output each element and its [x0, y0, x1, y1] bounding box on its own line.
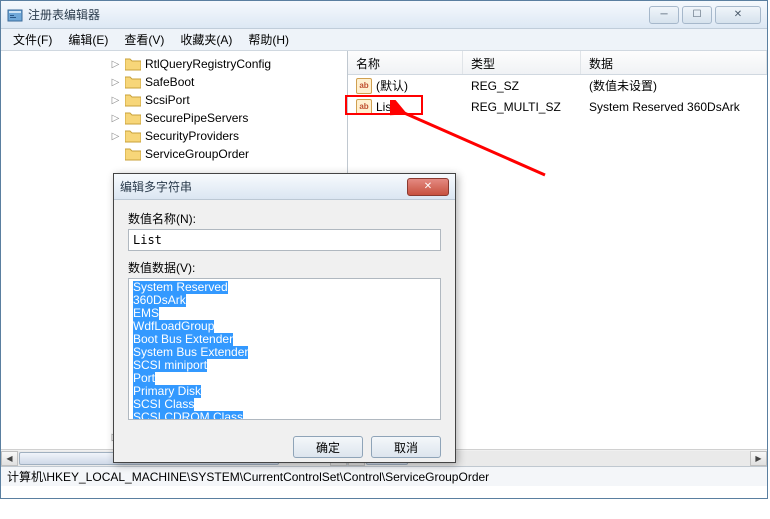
list-header: 名称 类型 数据 [348, 51, 767, 75]
tree-label: RtlQueryRegistryConfig [145, 57, 271, 71]
tree-item[interactable]: ▷ SecurePipeServers [1, 109, 347, 127]
cancel-button[interactable]: 取消 [371, 436, 441, 458]
edit-multistring-dialog: 编辑多字符串 ✕ 数值名称(N): 数值数据(V): System Reserv… [113, 173, 456, 463]
value-row[interactable]: ab(默认) REG_SZ (数值未设置) [348, 75, 767, 96]
dialog-button-row: 确定 取消 [114, 430, 455, 468]
statusbar: 计算机\HKEY_LOCAL_MACHINE\SYSTEM\CurrentCon… [1, 466, 767, 486]
menu-help[interactable]: 帮助(H) [240, 29, 297, 50]
window-controls: ─ ☐ ✕ [649, 6, 761, 24]
scroll-left-button[interactable]: ◀ [1, 451, 18, 466]
expand-icon[interactable]: ▷ [110, 131, 121, 142]
value-data-textarea[interactable]: System Reserved360DsArkEMSWdfLoadGroupBo… [128, 278, 441, 420]
header-type[interactable]: 类型 [463, 51, 581, 74]
menu-favorites[interactable]: 收藏夹(A) [172, 29, 240, 50]
tree-item[interactable]: ▷ SecurityProviders [1, 127, 347, 145]
folder-icon [125, 147, 141, 161]
tree-label: ScsiPort [145, 93, 190, 107]
menu-file[interactable]: 文件(F) [5, 29, 60, 50]
maximize-button[interactable]: ☐ [682, 6, 712, 24]
close-button[interactable]: ✕ [715, 6, 761, 24]
dialog-close-button[interactable]: ✕ [407, 178, 449, 196]
tree-item[interactable]: ▷ ScsiPort [1, 91, 347, 109]
window-title: 注册表编辑器 [28, 6, 649, 23]
dialog-titlebar[interactable]: 编辑多字符串 ✕ [114, 174, 455, 200]
tree-item[interactable]: ServiceGroupOrder [1, 145, 347, 163]
string-value-icon: ab [356, 78, 372, 94]
expand-icon[interactable]: ▷ [110, 95, 121, 106]
expand-icon[interactable]: ▷ [110, 77, 121, 88]
dialog-body: 数值名称(N): 数值数据(V): System Reserved360DsAr… [114, 200, 455, 430]
folder-icon [125, 57, 141, 71]
value-name-label: 数值名称(N): [128, 210, 441, 227]
registry-tree: ▷ RtlQueryRegistryConfig ▷ SafeBoot ▷ Sc… [1, 51, 347, 167]
tree-label: SecurityProviders [145, 129, 239, 143]
app-icon [7, 7, 23, 23]
folder-icon [125, 93, 141, 107]
tree-item[interactable]: ▷ SafeBoot [1, 73, 347, 91]
folder-icon [125, 111, 141, 125]
value-name-input[interactable] [128, 229, 441, 251]
value-row[interactable]: ab List REG_MULTI_SZ System Reserved 360D… [348, 96, 767, 117]
status-path: 计算机\HKEY_LOCAL_MACHINE\SYSTEM\CurrentCon… [7, 468, 489, 485]
scroll-right-button[interactable]: ▶ [750, 451, 767, 466]
titlebar[interactable]: 注册表编辑器 ─ ☐ ✕ [1, 1, 767, 29]
folder-icon [125, 75, 141, 89]
ok-button[interactable]: 确定 [293, 436, 363, 458]
minimize-button[interactable]: ─ [649, 6, 679, 24]
value-type: REG_SZ [463, 77, 581, 95]
menu-view[interactable]: 查看(V) [116, 29, 172, 50]
folder-icon [125, 129, 141, 143]
value-data: System Reserved 360DsArk [581, 98, 767, 116]
header-name[interactable]: 名称 [348, 51, 463, 74]
expand-icon[interactable]: ▷ [110, 113, 121, 124]
tree-label: SafeBoot [145, 75, 194, 89]
value-name: (默认) [376, 77, 408, 94]
expand-icon[interactable]: ▷ [110, 59, 121, 70]
value-data: (数值未设置) [581, 75, 767, 96]
menu-edit[interactable]: 编辑(E) [60, 29, 116, 50]
value-type: REG_MULTI_SZ [463, 98, 581, 116]
dialog-title: 编辑多字符串 [120, 178, 407, 195]
tree-label: SecurePipeServers [145, 111, 248, 125]
value-data-label: 数值数据(V): [128, 259, 441, 276]
tree-item[interactable]: ▷ RtlQueryRegistryConfig [1, 55, 347, 73]
string-value-icon: ab [356, 99, 372, 115]
value-name: List [376, 100, 395, 114]
expand-icon[interactable] [110, 149, 121, 160]
tree-label: ServiceGroupOrder [145, 147, 249, 161]
menubar: 文件(F) 编辑(E) 查看(V) 收藏夹(A) 帮助(H) [1, 29, 767, 51]
header-data[interactable]: 数据 [581, 51, 767, 74]
